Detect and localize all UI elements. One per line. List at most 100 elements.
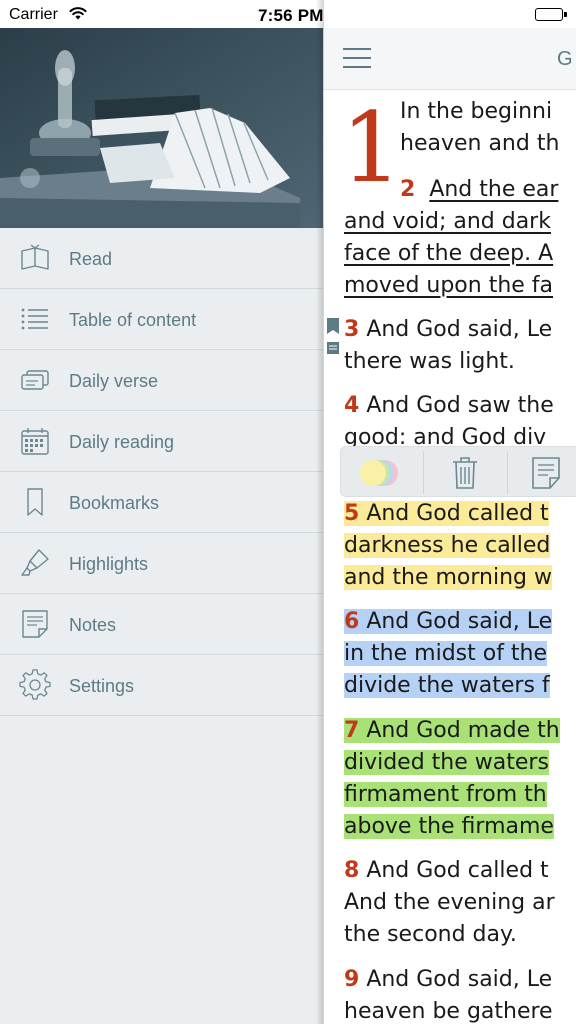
- menu-item-label: Table of content: [69, 310, 197, 330]
- menu-item-notes[interactable]: Notes: [0, 594, 323, 655]
- verse-text: good: and God div: [344, 425, 547, 446]
- verse-text: and void; and dark: [344, 209, 551, 234]
- verse-text: In the beginni: [400, 99, 553, 124]
- verse-4-line[interactable]: 4 And God saw the: [344, 390, 554, 422]
- highlighted-verse: 5 And God called t: [344, 501, 549, 526]
- verse-6-line[interactable]: divide the waters f: [344, 670, 550, 702]
- note-marker-icon: [327, 342, 339, 354]
- verse-number: 2: [400, 177, 416, 202]
- menu-item-label: Highlights: [69, 554, 149, 574]
- menu-item-bookmarks[interactable]: Bookmarks: [0, 472, 323, 533]
- battery-icon: [535, 8, 563, 21]
- calendar-icon: [21, 428, 49, 455]
- verse-2-line[interactable]: moved upon the fa: [344, 270, 553, 302]
- menu-item-label: Bookmarks: [69, 493, 160, 513]
- verse-4-line[interactable]: good: and God div: [344, 422, 546, 446]
- verse-1-line[interactable]: heaven and th: [400, 128, 559, 160]
- verse-text: divided the waters: [344, 750, 549, 775]
- menu-toggle-button[interactable]: [343, 48, 371, 68]
- menu-item-read[interactable]: Read: [0, 228, 323, 289]
- list-icon: [21, 308, 48, 330]
- verse-text: above the firmame: [344, 814, 554, 839]
- verse-9-line[interactable]: heaven be gathere: [344, 996, 553, 1024]
- menu-item-settings[interactable]: Settings: [0, 655, 323, 716]
- verse-number: 6: [344, 609, 360, 634]
- verse-7-line[interactable]: divided the waters: [344, 747, 549, 779]
- verse-2-line[interactable]: 2 And the ear: [400, 174, 558, 206]
- drawer-edge-shadow: [316, 0, 324, 1024]
- verse-number: 3: [344, 317, 360, 342]
- highlighter-icon: [21, 549, 49, 576]
- reader-nav-bar: G: [323, 28, 576, 90]
- verse-text: heaven be gathere: [344, 999, 553, 1024]
- book-title[interactable]: G: [557, 48, 573, 71]
- delete-button[interactable]: [424, 447, 507, 498]
- verse-text: And God called t: [366, 858, 549, 883]
- verse-5-line[interactable]: darkness he called: [344, 530, 551, 562]
- verse-3-line[interactable]: 3 And God said, Le: [344, 314, 552, 346]
- clock: 7:56 PM: [258, 6, 324, 25]
- verse-5-line[interactable]: and the morning w: [344, 562, 552, 594]
- bookmark-marker-icon: [327, 318, 339, 334]
- book-icon: [21, 244, 49, 270]
- verse-number: 5: [344, 501, 360, 526]
- menu-item-daily-reading[interactable]: Daily reading: [0, 411, 323, 472]
- verse-7-line[interactable]: above the firmame: [344, 811, 554, 843]
- note-icon: [22, 610, 48, 638]
- verse-2-line[interactable]: and void; and dark: [344, 206, 551, 238]
- verse-text: And God made th: [366, 718, 560, 743]
- verse-3-line[interactable]: there was light.: [344, 346, 515, 378]
- verse-number: 4: [344, 393, 360, 418]
- verse-number: 7: [344, 718, 360, 743]
- verse-action-toolbar: [340, 446, 576, 497]
- verse-text: And the evening ar: [344, 890, 555, 915]
- menu-item-label: Settings: [69, 676, 135, 696]
- menu-item-highlights[interactable]: Highlights: [0, 533, 323, 594]
- menu-item-label: Read: [69, 249, 113, 269]
- menu-item-table-of-content[interactable]: Table of content: [0, 289, 323, 350]
- verse-text: heaven and th: [400, 131, 560, 156]
- cards-icon: [21, 370, 49, 390]
- verse-5-line[interactable]: 5 And God called t: [344, 498, 549, 530]
- verse-7-line[interactable]: firmament from th: [344, 779, 547, 811]
- verse-8-line[interactable]: the second day.: [344, 919, 517, 951]
- note-icon: [532, 457, 560, 489]
- battery-cap: [564, 12, 567, 17]
- verse-text: in the midst of the: [344, 641, 548, 666]
- verse-7-line[interactable]: 7 And God made th: [344, 715, 560, 747]
- trash-icon: [453, 457, 477, 489]
- verse-1-line[interactable]: In the beginni: [400, 96, 552, 128]
- reader-pane[interactable]: G 1 In the beginni heaven and th 2 And t…: [323, 0, 576, 1024]
- color-picker-button[interactable]: [341, 447, 423, 498]
- verse-2-line[interactable]: face of the deep. A: [344, 238, 553, 270]
- verse-text: moved upon the fa: [344, 273, 554, 298]
- verse-9-line[interactable]: 9 And God said, Le: [344, 964, 552, 996]
- verse-text: and the morning w: [344, 565, 552, 590]
- menu-item-label: Daily reading: [69, 432, 175, 452]
- menu-item-daily-verse[interactable]: Daily verse: [0, 350, 323, 411]
- verse-text: there was light.: [344, 349, 515, 374]
- verse-text: And God said, Le: [366, 967, 553, 992]
- color-picker-icon: [360, 460, 398, 486]
- verse-8-line[interactable]: 8 And God called t: [344, 855, 549, 887]
- verse-text: firmament from th: [344, 782, 547, 807]
- hamburger-line: [343, 57, 371, 59]
- hamburger-line: [343, 66, 371, 68]
- add-note-button[interactable]: [508, 447, 576, 498]
- menu-item-label: Notes: [69, 615, 117, 635]
- chapter-number: 1: [341, 92, 403, 204]
- verse-6-line[interactable]: in the midst of the: [344, 638, 548, 670]
- verse-text: face of the deep. A: [344, 241, 554, 266]
- hamburger-line: [343, 48, 371, 50]
- verse-number: 9: [344, 967, 360, 992]
- wifi-icon: [69, 7, 87, 20]
- verse-text: And the ear: [429, 177, 559, 202]
- header-image-still-life: [0, 28, 323, 228]
- drawer-menu: Read Table of content Daily verse Daily …: [0, 228, 323, 716]
- carrier-label: Carrier: [9, 6, 58, 23]
- verse-text: divide the waters f: [344, 673, 550, 698]
- verse-8-line[interactable]: And the evening ar: [344, 887, 555, 919]
- verse-text: And God said, Le: [366, 317, 553, 342]
- verse-6-line[interactable]: 6 And God said, Le: [344, 606, 553, 638]
- verse-number: 8: [344, 858, 360, 883]
